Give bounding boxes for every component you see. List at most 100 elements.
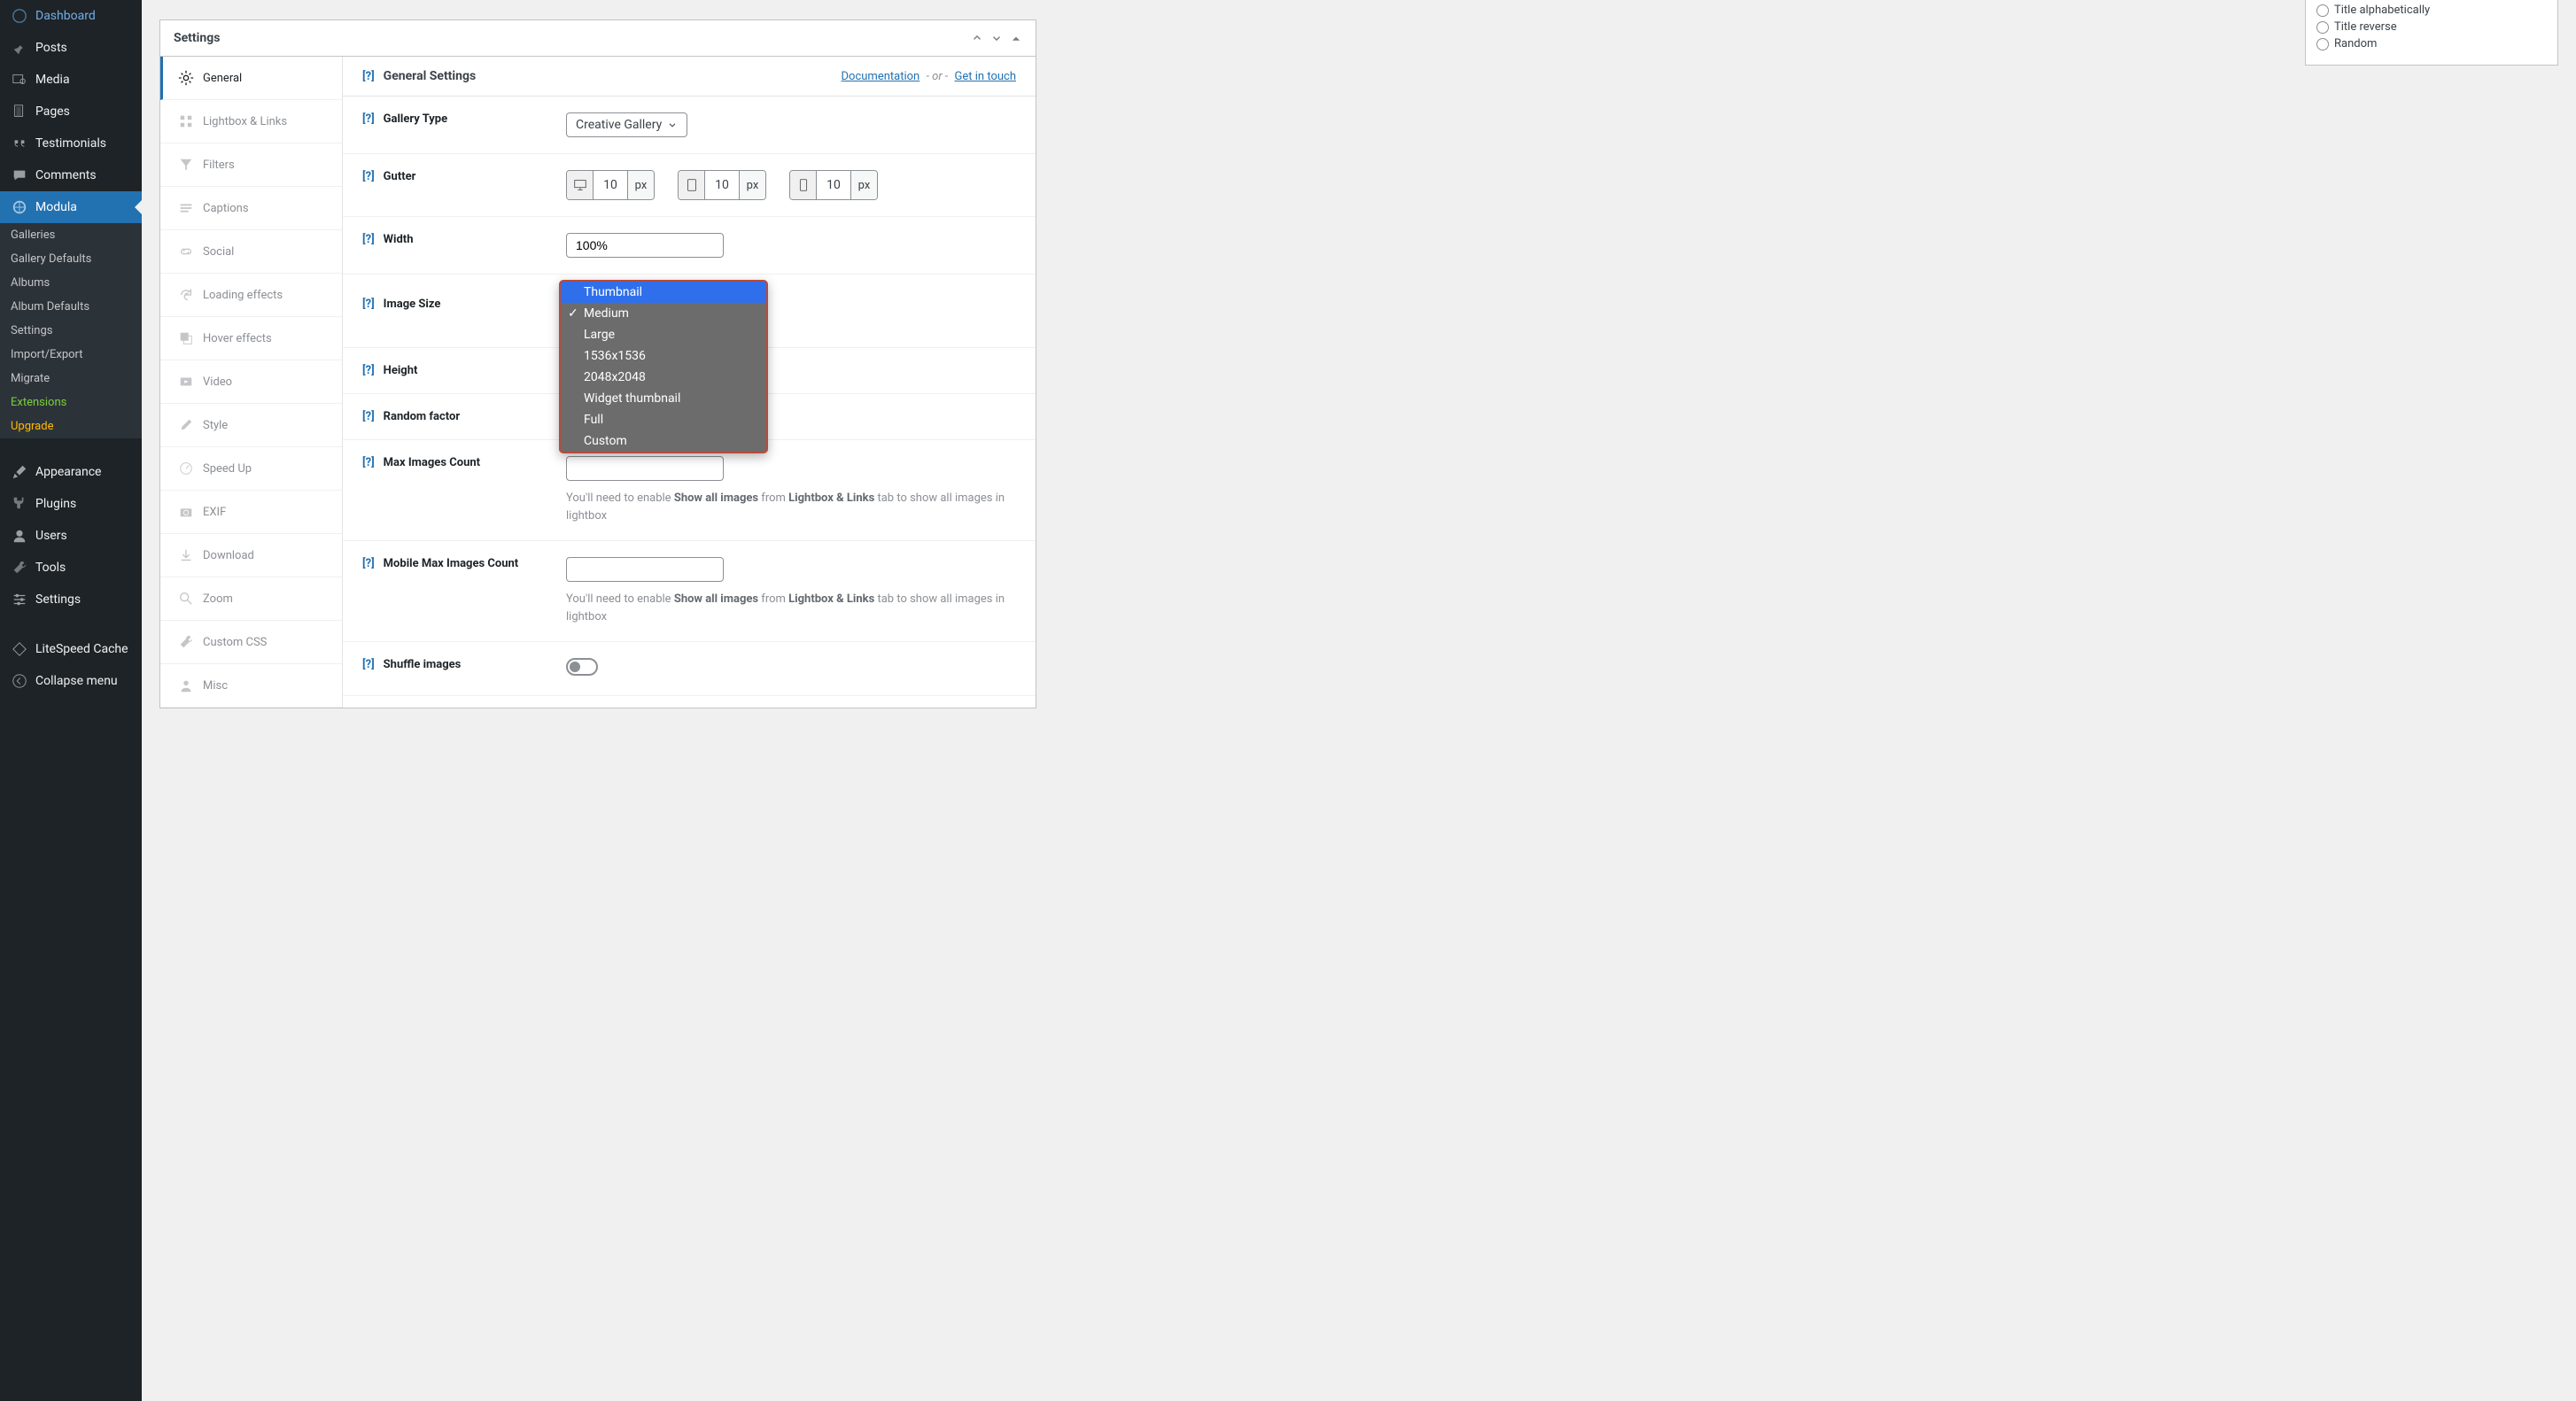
gallery-type-select[interactable]: Creative Gallery: [566, 112, 687, 137]
gutter-mobile[interactable]: 10 px: [789, 170, 878, 200]
help-icon[interactable]: [?]: [362, 170, 375, 183]
sub-extensions[interactable]: Extensions: [0, 391, 142, 414]
tab-exif[interactable]: EXIF: [160, 491, 342, 534]
section-title: General Settings: [384, 69, 477, 83]
option-custom[interactable]: Custom: [561, 430, 766, 452]
nav-settings[interactable]: Settings: [0, 584, 142, 615]
nav-users[interactable]: Users: [0, 520, 142, 552]
field-label: Image Size: [384, 298, 441, 311]
tab-social[interactable]: Social: [160, 230, 342, 274]
field-label: Width: [384, 233, 414, 246]
sub-galleries[interactable]: Galleries: [0, 223, 142, 247]
help-icon[interactable]: [?]: [362, 557, 375, 570]
radio-title-alpha[interactable]: Title alphabetically: [2316, 2, 2547, 19]
option-widget-thumb[interactable]: Widget thumbnail: [561, 388, 766, 409]
tab-hover[interactable]: Hover effects: [160, 317, 342, 360]
nav-plugins[interactable]: Plugins: [0, 488, 142, 520]
sub-settings[interactable]: Settings: [0, 319, 142, 343]
help-icon[interactable]: [?]: [362, 233, 375, 246]
tab-download[interactable]: Download: [160, 534, 342, 577]
comment-icon: [11, 166, 28, 184]
radio-icon: [2316, 4, 2329, 17]
gutter-tablet[interactable]: 10 px: [678, 170, 766, 200]
wrench-icon: [11, 559, 28, 577]
help-icon[interactable]: [?]: [362, 456, 375, 469]
sub-gallery-defaults[interactable]: Gallery Defaults: [0, 247, 142, 271]
documentation-link[interactable]: Documentation: [842, 70, 920, 83]
option-2048[interactable]: 2048x2048: [561, 367, 766, 388]
tab-label: Loading effects: [203, 289, 283, 302]
sub-upgrade[interactable]: Upgrade: [0, 414, 142, 438]
nav-litespeed[interactable]: LiteSpeed Cache: [0, 633, 142, 665]
help-icon[interactable]: [?]: [362, 410, 375, 423]
tab-label: Zoom: [203, 592, 233, 606]
help-icon[interactable]: [?]: [362, 112, 375, 126]
help-icon[interactable]: [?]: [362, 658, 375, 671]
option-thumbnail[interactable]: Thumbnail: [561, 282, 766, 303]
tab-speedup[interactable]: Speed Up: [160, 447, 342, 491]
gutter-unit: px: [627, 171, 654, 199]
nav-pages[interactable]: Pages: [0, 96, 142, 128]
tab-video[interactable]: Video: [160, 360, 342, 404]
max-images-input[interactable]: [566, 456, 724, 481]
contact-link[interactable]: Get in touch: [955, 70, 1016, 83]
gear-icon: [178, 70, 194, 86]
help-icon[interactable]: [?]: [362, 70, 375, 83]
nav-modula[interactable]: Modula: [0, 191, 142, 223]
radio-title-reverse[interactable]: Title reverse: [2316, 19, 2547, 35]
sub-migrate[interactable]: Migrate: [0, 367, 142, 391]
tab-label: Lightbox & Links: [203, 115, 287, 128]
field-label: Mobile Max Images Count: [384, 557, 519, 570]
collapse-panel-icon[interactable]: [1010, 32, 1022, 44]
width-input[interactable]: [566, 233, 724, 258]
sub-import-export[interactable]: Import/Export: [0, 343, 142, 367]
tab-customcss[interactable]: Custom CSS: [160, 621, 342, 664]
tab-loading[interactable]: Loading effects: [160, 274, 342, 317]
option-medium[interactable]: Medium: [561, 303, 766, 324]
nav-modula-submenu: Galleries Gallery Defaults Albums Album …: [0, 223, 142, 438]
tab-style[interactable]: Style: [160, 404, 342, 447]
search-icon: [178, 591, 194, 607]
quote-icon: [11, 135, 28, 152]
nav-tools[interactable]: Tools: [0, 552, 142, 584]
field-width: [?] Width: [343, 217, 1036, 275]
shuffle-toggle[interactable]: [566, 658, 598, 676]
option-full[interactable]: Full: [561, 409, 766, 430]
option-1536[interactable]: 1536x1536: [561, 345, 766, 367]
tab-captions[interactable]: Captions: [160, 187, 342, 230]
grid-icon: [178, 113, 194, 129]
gutter-value: 10: [594, 173, 627, 197]
field-mobile-max: [?]Mobile Max Images Count You'll need t…: [343, 541, 1036, 642]
radio-icon: [2316, 21, 2329, 34]
field-label: Height: [384, 364, 418, 377]
sub-album-defaults[interactable]: Album Defaults: [0, 295, 142, 319]
nav-testimonials[interactable]: Testimonials: [0, 128, 142, 159]
nav-dashboard[interactable]: Dashboard: [0, 0, 142, 32]
help-icon[interactable]: [?]: [362, 364, 375, 377]
tab-zoom[interactable]: Zoom: [160, 577, 342, 621]
nav-posts[interactable]: Posts: [0, 32, 142, 64]
tab-lightbox[interactable]: Lightbox & Links: [160, 100, 342, 143]
gutter-desktop[interactable]: 10 px: [566, 170, 655, 200]
tab-filters[interactable]: Filters: [160, 143, 342, 187]
sliders-icon: [11, 591, 28, 608]
sub-albums[interactable]: Albums: [0, 271, 142, 295]
collapse-icon: [11, 672, 28, 690]
tab-misc[interactable]: Misc: [160, 664, 342, 708]
help-icon[interactable]: [?]: [362, 298, 375, 311]
wrench-icon: [178, 634, 194, 650]
tab-general[interactable]: General: [160, 57, 342, 100]
mobile-max-input[interactable]: [566, 557, 724, 582]
camera-icon: [178, 504, 194, 520]
radio-label: Random: [2334, 37, 2377, 50]
nav-collapse[interactable]: Collapse menu: [0, 665, 142, 697]
field-gutter: [?]Gutter 10 px 10: [343, 154, 1036, 217]
option-large[interactable]: Large: [561, 324, 766, 345]
radio-random[interactable]: Random: [2316, 35, 2547, 52]
move-down-icon[interactable]: [990, 32, 1003, 44]
move-up-icon[interactable]: [971, 32, 983, 44]
sort-options-box: Title alphabetically Title reverse Rando…: [2305, 0, 2558, 66]
nav-media[interactable]: Media: [0, 64, 142, 96]
nav-appearance[interactable]: Appearance: [0, 456, 142, 488]
nav-comments[interactable]: Comments: [0, 159, 142, 191]
